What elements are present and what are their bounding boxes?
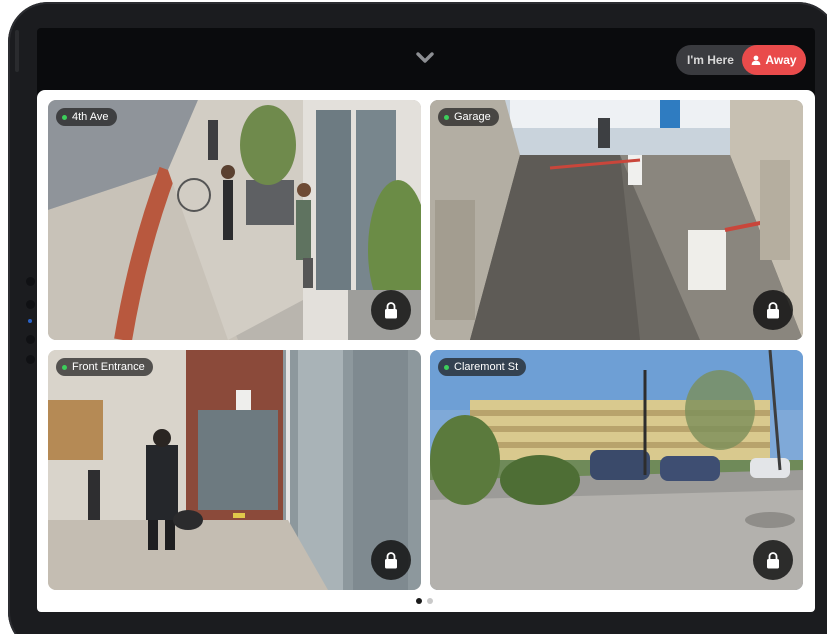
person-icon [752, 55, 761, 65]
lock-button[interactable] [371, 540, 411, 580]
top-bar: I'm Here Away [37, 28, 815, 90]
lock-icon [385, 301, 397, 318]
camera-label: Front Entrance [56, 358, 153, 376]
lock-icon [767, 551, 779, 568]
camera-feed-image [48, 350, 421, 590]
im-here-button[interactable]: I'm Here [676, 53, 740, 67]
presence-toggle[interactable]: I'm Here Away [676, 45, 806, 75]
camera-sensor [26, 277, 35, 286]
camera-tile-garage[interactable]: Garage [430, 100, 803, 340]
live-indicator [62, 365, 67, 370]
lock-button[interactable] [753, 290, 793, 330]
live-indicator [444, 115, 449, 120]
camera-feed-image [48, 100, 421, 340]
camera-feed-image [430, 350, 803, 590]
live-indicator [444, 365, 449, 370]
camera-label: Garage [438, 108, 499, 126]
away-button[interactable]: Away [742, 45, 806, 75]
away-label: Away [765, 53, 797, 67]
camera-tile-claremont-st[interactable]: Claremont St [430, 350, 803, 590]
camera-label: 4th Ave [56, 108, 117, 126]
page-dot-active[interactable] [416, 598, 422, 604]
chevron-down-icon[interactable] [416, 50, 434, 64]
status-led [28, 319, 32, 323]
lock-button[interactable] [371, 290, 411, 330]
volume-button [15, 30, 19, 72]
live-indicator [62, 115, 67, 120]
camera-tile-front-entrance[interactable]: Front Entrance [48, 350, 421, 590]
camera-sensor [26, 355, 35, 364]
lock-button[interactable] [753, 540, 793, 580]
camera-sensor [26, 300, 35, 309]
lock-icon [767, 301, 779, 318]
camera-feed-image [430, 100, 803, 340]
camera-tile-4th-ave[interactable]: 4th Ave [48, 100, 421, 340]
camera-label: Claremont St [438, 358, 527, 376]
camera-grid-panel: 4th Ave Garage Front Entrance Claremont … [37, 90, 815, 612]
camera-sensor [26, 335, 35, 344]
page-dot[interactable] [427, 598, 433, 604]
app-screen: I'm Here Away 4th Ave Garage Front Entra… [37, 28, 815, 612]
page-indicator [416, 598, 433, 604]
lock-icon [385, 551, 397, 568]
